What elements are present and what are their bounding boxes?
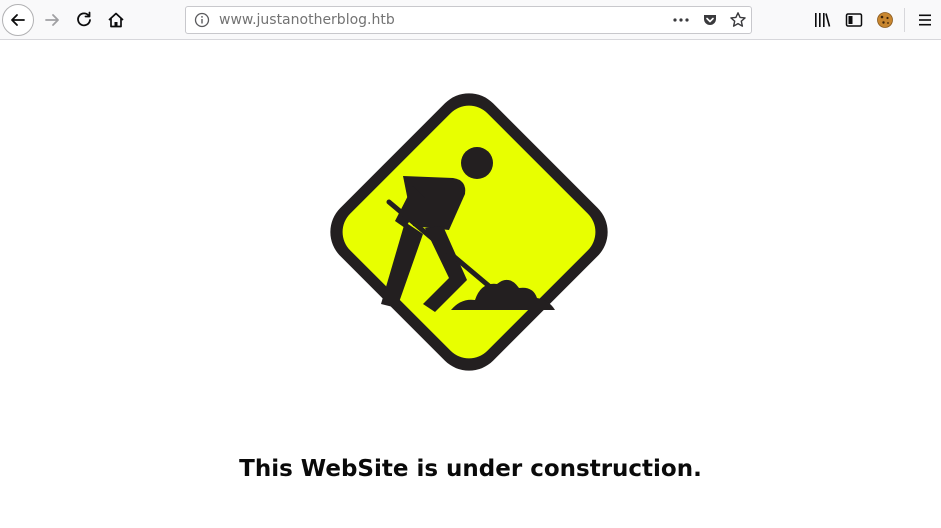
reload-icon — [77, 11, 91, 27]
cookie-icon[interactable] — [876, 11, 894, 29]
library-icon[interactable] — [813, 11, 831, 29]
under-construction-sign — [283, 46, 655, 418]
url-host: www.justanotherblog.htb — [219, 12, 395, 28]
under-construction-message: This WebSite is under construction. — [239, 456, 702, 482]
reload-button[interactable] — [68, 4, 100, 36]
browser-toolbar: www.justanotherblog.htb — [0, 0, 941, 40]
arrow-left-icon — [11, 14, 25, 26]
url-text[interactable]: www.justanotherblog.htb — [219, 12, 395, 28]
url-bar[interactable]: www.justanotherblog.htb — [185, 6, 752, 34]
home-icon — [108, 12, 124, 28]
sidebar-icon[interactable] — [845, 11, 863, 29]
star-icon[interactable] — [729, 11, 747, 29]
back-button[interactable] — [2, 4, 34, 36]
info-icon[interactable] — [194, 12, 210, 28]
hamburger-menu-icon[interactable] — [916, 11, 934, 29]
forward-button[interactable] — [36, 4, 68, 36]
arrow-right-icon — [45, 14, 59, 26]
home-button[interactable] — [100, 4, 132, 36]
pocket-icon[interactable] — [702, 12, 718, 28]
toolbar-divider — [904, 8, 905, 32]
ellipsis-icon[interactable] — [672, 12, 690, 28]
